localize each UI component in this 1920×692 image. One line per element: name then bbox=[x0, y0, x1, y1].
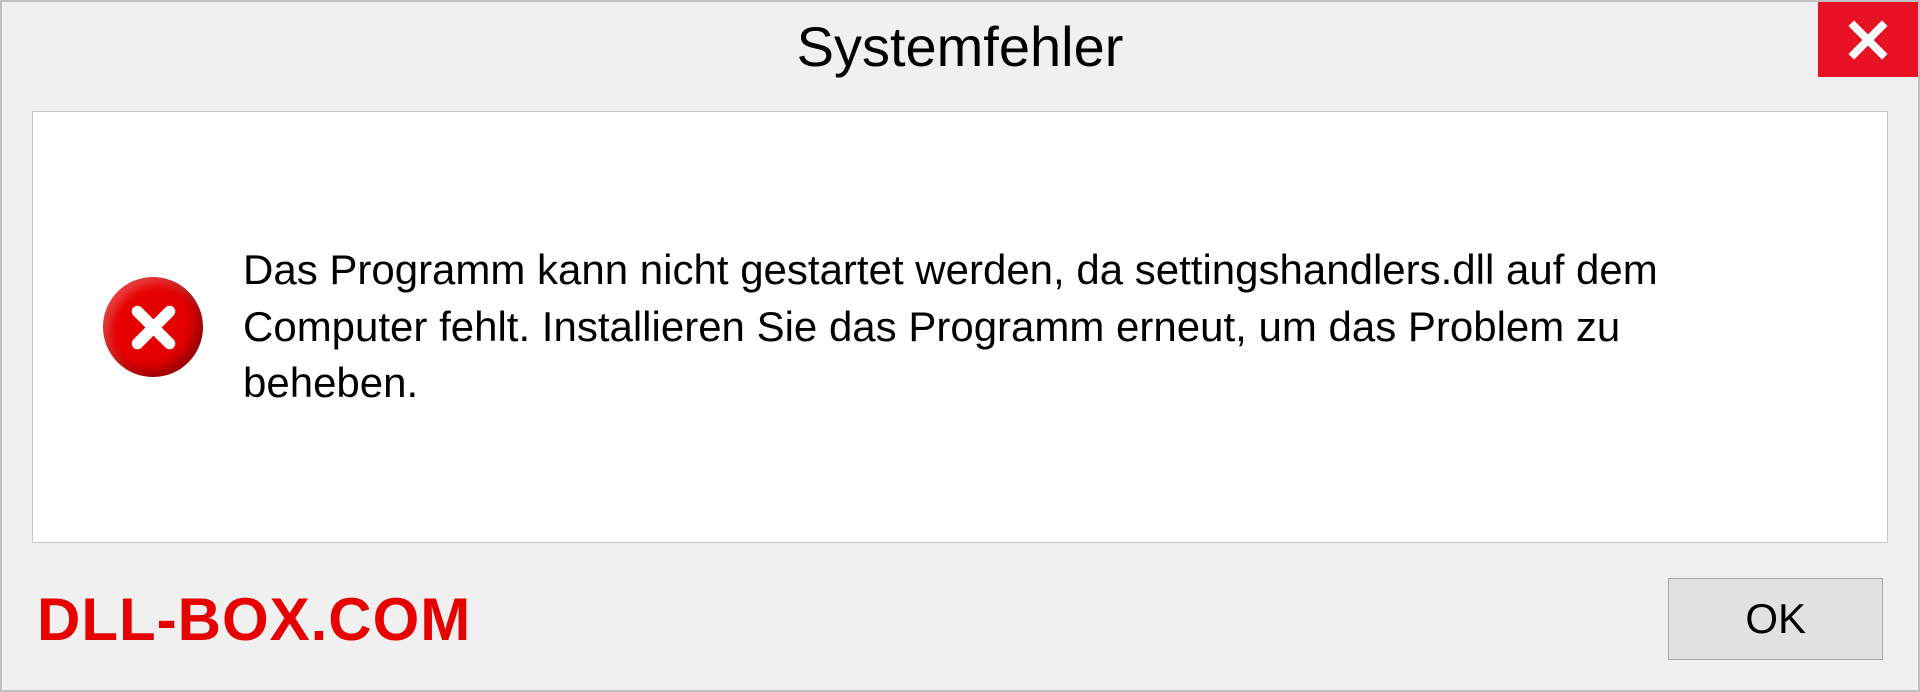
error-icon bbox=[103, 277, 203, 377]
close-button[interactable] bbox=[1818, 2, 1918, 77]
content-area: Das Programm kann nicht gestartet werden… bbox=[32, 111, 1888, 543]
error-dialog: Systemfehler Das Programm kann nicht ges… bbox=[0, 0, 1920, 692]
close-icon bbox=[1847, 19, 1889, 61]
bottom-bar: DLL-BOX.COM OK bbox=[2, 563, 1918, 690]
watermark-text: DLL-BOX.COM bbox=[37, 585, 471, 654]
error-message: Das Programm kann nicht gestartet werden… bbox=[243, 242, 1837, 412]
dialog-title: Systemfehler bbox=[797, 14, 1124, 79]
ok-button[interactable]: OK bbox=[1668, 578, 1883, 660]
title-bar: Systemfehler bbox=[2, 2, 1918, 91]
